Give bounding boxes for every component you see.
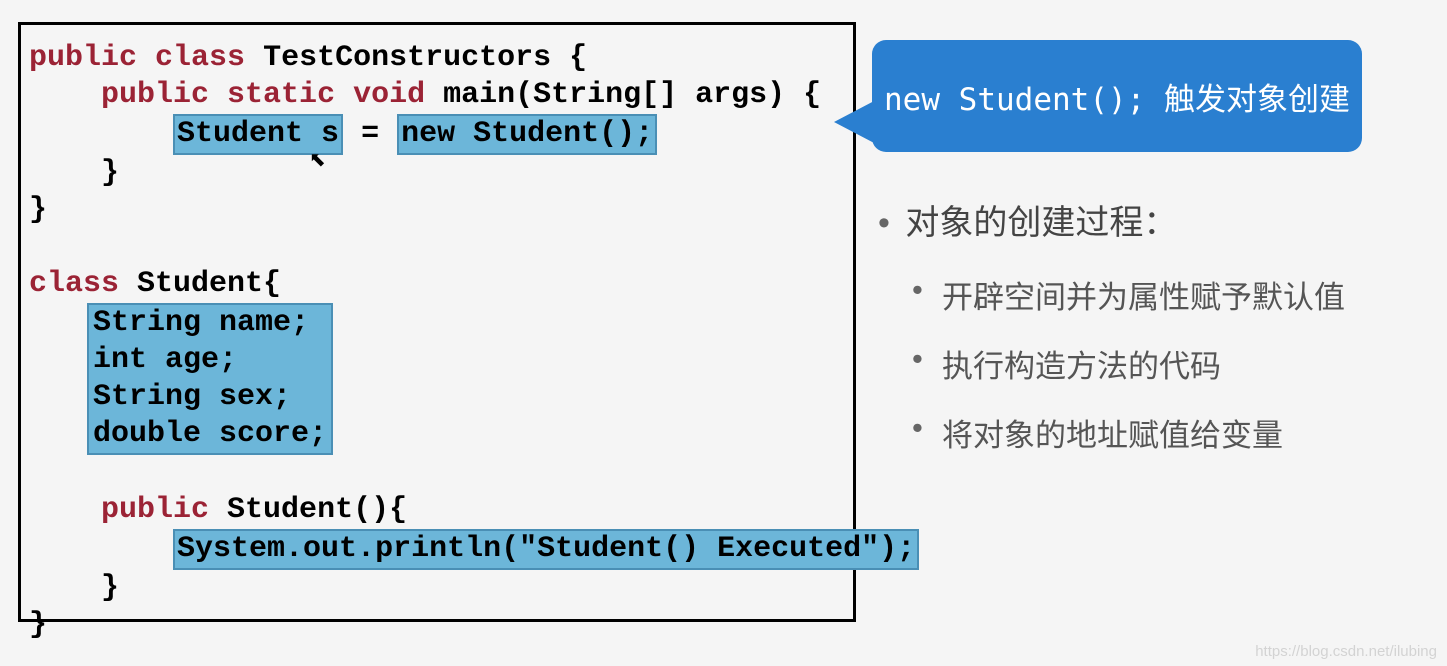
highlight-var: Student s [173, 114, 343, 155]
code-line-4: } [29, 155, 845, 192]
code-line-3: Student s = new Student(); [29, 114, 845, 155]
highlight-println: System.out.println("Student() Executed")… [173, 529, 919, 570]
notes-panel: 对象的创建过程： 开辟空间并为属性赋予默认值 执行构造方法的代码 将对象的地址赋… [878, 195, 1438, 479]
code-line-6: class Student{ [29, 266, 845, 303]
field-name: String name; [93, 305, 327, 342]
highlight-fields: String name; int age; String sex; double… [87, 303, 333, 455]
code-panel: public class TestConstructors { public s… [18, 22, 856, 622]
code-line-5: } [29, 192, 845, 229]
field-sex: String sex; [93, 379, 327, 416]
notes-title: 对象的创建过程： [878, 195, 1438, 244]
code-line-12: } [29, 570, 845, 607]
watermark: https://blog.csdn.net/ilubing [1255, 643, 1437, 660]
code-blank-2 [29, 455, 845, 492]
code-line-2: public static void main(String[] args) { [29, 77, 845, 114]
code-line-10: public Student(){ [29, 492, 845, 529]
notes-item-1: 开辟空间并为属性赋予默认值 [942, 272, 1438, 317]
field-age: int age; [93, 342, 327, 379]
callout-arrow-icon [834, 100, 876, 144]
code-line-13: } [29, 607, 845, 644]
code-line-1: public class TestConstructors { [29, 40, 845, 77]
notes-item-2: 执行构造方法的代码 [942, 341, 1438, 386]
field-score: double score; [93, 416, 327, 453]
highlight-new: new Student(); [397, 114, 657, 155]
callout-bubble: new Student(); 触发对象创建 [872, 40, 1362, 152]
notes-item-3: 将对象的地址赋值给变量 [942, 410, 1438, 455]
callout-text: new Student(); 触发对象创建 [884, 74, 1350, 119]
code-line-11: System.out.println("Student() Executed")… [29, 529, 845, 570]
code-blank-1 [29, 229, 845, 266]
notes-list: 开辟空间并为属性赋予默认值 执行构造方法的代码 将对象的地址赋值给变量 [878, 272, 1438, 455]
